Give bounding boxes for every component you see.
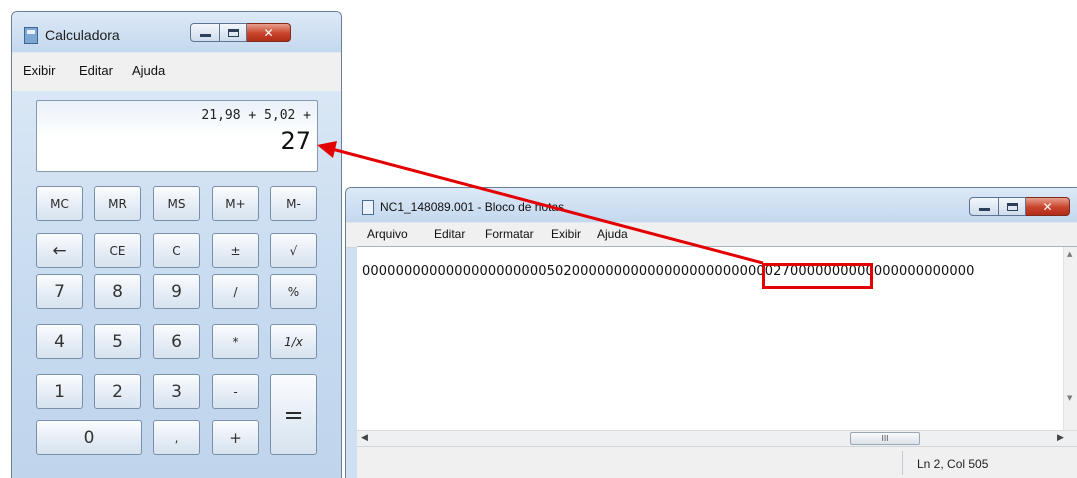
key-0[interactable]: 0: [36, 420, 142, 455]
key-sqrt[interactable]: √: [270, 233, 317, 268]
key-plus-minus[interactable]: ±: [212, 233, 259, 268]
vertical-scrollbar[interactable]: ▲ ▼: [1063, 247, 1077, 431]
horizontal-scroll-thumb[interactable]: III: [850, 432, 920, 445]
key-equals[interactable]: =: [270, 374, 317, 455]
notepad-maximize-button[interactable]: [999, 197, 1026, 216]
key-ms[interactable]: MS: [153, 186, 200, 221]
scroll-right-icon[interactable]: ▶: [1057, 433, 1064, 443]
menu-exibir[interactable]: Exibir: [23, 63, 56, 78]
key-9[interactable]: 9: [153, 274, 200, 309]
calculator-display: 21,98 + 5,02 + 27: [36, 100, 318, 172]
notepad-app-icon: [362, 200, 374, 215]
minimize-icon: [199, 34, 211, 37]
notepad-text-area[interactable]: 0000000000000000000000502000000000000000…: [357, 246, 1077, 431]
key-2[interactable]: 2: [94, 374, 141, 409]
scroll-down-icon[interactable]: ▼: [1067, 394, 1072, 402]
key-mr[interactable]: MR: [94, 186, 141, 221]
notepad-minimize-button[interactable]: [969, 197, 999, 216]
cursor-position: Ln 2, Col 505: [917, 457, 989, 471]
calculator-menubar: Exibir Editar Ajuda: [12, 52, 341, 92]
minimize-icon: [978, 208, 990, 211]
calculator-title: Calculadora: [45, 27, 120, 43]
notepad-content: 0000000000000000000000502000000000000000…: [362, 264, 975, 279]
maximize-icon: [227, 28, 239, 37]
maximize-icon: [1006, 202, 1018, 211]
calculator-body: 21,98 + 5,02 + 27 MC MR MS M+ M- ← CE C …: [12, 91, 341, 478]
menu-arquivo[interactable]: Arquivo: [367, 227, 408, 241]
display-expression: 21,98 + 5,02 +: [201, 108, 311, 123]
key-backspace[interactable]: ←: [36, 233, 83, 268]
menu-ajuda[interactable]: Ajuda: [132, 63, 165, 78]
key-minus[interactable]: -: [212, 374, 259, 409]
display-result: 27: [280, 127, 311, 155]
key-percent[interactable]: %: [270, 274, 317, 309]
notepad-statusbar: Ln 2, Col 505: [357, 446, 1077, 478]
key-ce[interactable]: CE: [94, 233, 141, 268]
maximize-button[interactable]: [220, 23, 247, 42]
minimize-button[interactable]: [190, 23, 220, 42]
scroll-left-icon[interactable]: ◀: [361, 433, 368, 443]
key-reciprocal[interactable]: 1/x: [270, 324, 317, 359]
notepad-window-controls: ✕: [969, 197, 1070, 216]
key-plus[interactable]: +: [212, 420, 259, 455]
key-5[interactable]: 5: [94, 324, 141, 359]
key-c[interactable]: C: [153, 233, 200, 268]
key-7[interactable]: 7: [36, 274, 83, 309]
menu-exibir[interactable]: Exibir: [551, 227, 581, 241]
notepad-menubar: Arquivo Editar Formatar Exibir Ajuda: [346, 222, 1077, 248]
key-mc[interactable]: MC: [36, 186, 83, 221]
key-m-minus[interactable]: M-: [270, 186, 317, 221]
key-decimal[interactable]: ,: [153, 420, 200, 455]
key-3[interactable]: 3: [153, 374, 200, 409]
horizontal-scrollbar[interactable]: ◀ III ▶: [357, 430, 1077, 446]
scroll-up-icon[interactable]: ▲: [1067, 250, 1072, 258]
key-1[interactable]: 1: [36, 374, 83, 409]
close-icon: ✕: [1042, 199, 1053, 214]
menu-editar[interactable]: Editar: [434, 227, 465, 241]
menu-ajuda[interactable]: Ajuda: [597, 227, 628, 241]
notepad-titlebar[interactable]: NC1_148089.001 - Bloco de notas ✕: [346, 188, 1077, 222]
key-divide[interactable]: /: [212, 274, 259, 309]
calculator-window-controls: ✕: [190, 23, 291, 42]
calculator-window: Calculadora ✕ Exibir Editar Ajuda 21,98 …: [11, 11, 342, 478]
status-separator: [902, 451, 903, 475]
menu-editar[interactable]: Editar: [79, 63, 113, 78]
key-4[interactable]: 4: [36, 324, 83, 359]
notepad-close-button[interactable]: ✕: [1026, 197, 1070, 216]
key-multiply[interactable]: *: [212, 324, 259, 359]
calculator-titlebar[interactable]: Calculadora ✕: [12, 12, 341, 52]
close-button[interactable]: ✕: [247, 23, 291, 42]
notepad-window: NC1_148089.001 - Bloco de notas ✕ Arquiv…: [345, 187, 1077, 478]
calculator-app-icon: [24, 27, 38, 44]
key-6[interactable]: 6: [153, 324, 200, 359]
notepad-title: NC1_148089.001 - Bloco de notas: [380, 200, 565, 214]
value-highlight-box: [762, 263, 873, 289]
key-8[interactable]: 8: [94, 274, 141, 309]
menu-formatar[interactable]: Formatar: [485, 227, 534, 241]
key-m-plus[interactable]: M+: [212, 186, 259, 221]
close-icon: ✕: [263, 25, 274, 40]
